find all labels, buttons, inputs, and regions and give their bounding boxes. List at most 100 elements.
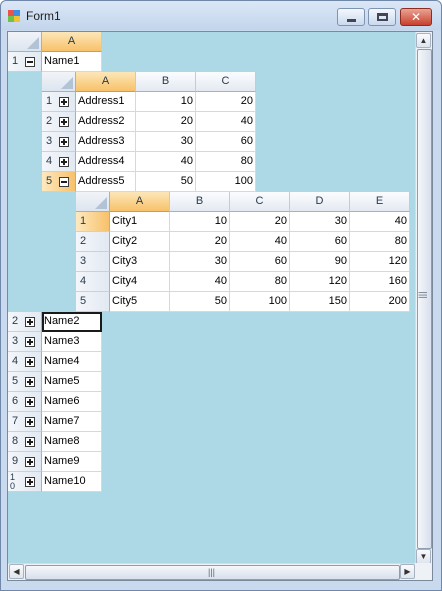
grid-corner bbox=[8, 32, 42, 52]
name-cell[interactable]: Name9 bbox=[42, 452, 102, 472]
value-cell[interactable]: 20 bbox=[170, 232, 230, 252]
address-cell[interactable]: Address2 bbox=[76, 112, 136, 132]
minus-icon[interactable] bbox=[59, 177, 69, 187]
city-cell[interactable]: City2 bbox=[110, 232, 170, 252]
name-cell[interactable]: Name10 bbox=[42, 472, 102, 492]
value-cell[interactable]: 120 bbox=[350, 252, 410, 272]
address-cell[interactable]: Address1 bbox=[76, 92, 136, 112]
value-cell[interactable]: 30 bbox=[170, 252, 230, 272]
row-number: 5 bbox=[80, 295, 87, 307]
value-cell[interactable]: 40 bbox=[170, 272, 230, 292]
column-header[interactable]: B bbox=[136, 72, 196, 92]
value-cell[interactable]: 120 bbox=[290, 272, 350, 292]
value-cell[interactable]: 80 bbox=[230, 272, 290, 292]
plus-icon[interactable] bbox=[59, 97, 69, 107]
value-cell[interactable]: 40 bbox=[136, 152, 196, 172]
scrollbar-corner bbox=[415, 563, 432, 580]
column-header[interactable]: C bbox=[196, 72, 256, 92]
column-header[interactable]: E bbox=[350, 192, 410, 212]
value-cell[interactable]: 20 bbox=[230, 212, 290, 232]
city-cell[interactable]: City3 bbox=[110, 252, 170, 272]
maximize-button[interactable] bbox=[368, 8, 396, 26]
name-cell[interactable]: Name1 bbox=[42, 52, 102, 72]
row-number: 1 bbox=[12, 55, 19, 67]
column-header[interactable]: A bbox=[42, 32, 102, 52]
value-cell[interactable]: 60 bbox=[230, 252, 290, 272]
plus-icon[interactable] bbox=[59, 117, 69, 127]
plus-icon[interactable] bbox=[25, 337, 35, 347]
name-cell[interactable]: Name5 bbox=[42, 372, 102, 392]
minimize-icon bbox=[347, 19, 356, 22]
minimize-button[interactable] bbox=[337, 8, 365, 26]
scroll-up-button[interactable]: ▲ bbox=[416, 33, 431, 48]
vertical-scrollbar[interactable]: ▲ ||| ▼ bbox=[415, 32, 432, 565]
value-cell[interactable]: 50 bbox=[136, 172, 196, 192]
value-cell[interactable]: 60 bbox=[290, 232, 350, 252]
name-cell[interactable]: Name4 bbox=[42, 352, 102, 372]
plus-icon[interactable] bbox=[25, 457, 35, 467]
value-cell[interactable]: 20 bbox=[136, 112, 196, 132]
hierarchical-grid[interactable]: A 1 Name1 A B C 1 Address1 10 20 2 Address2 20 40 3 Add… bbox=[7, 31, 433, 581]
plus-icon[interactable] bbox=[59, 157, 69, 167]
value-cell[interactable]: 100 bbox=[230, 292, 290, 312]
address-cell[interactable]: Address4 bbox=[76, 152, 136, 172]
vertical-scroll-thumb[interactable]: ||| bbox=[417, 49, 432, 549]
value-cell[interactable]: 40 bbox=[350, 212, 410, 232]
value-cell[interactable]: 200 bbox=[350, 292, 410, 312]
city-cell[interactable]: City1 bbox=[110, 212, 170, 232]
horizontal-scroll-thumb[interactable]: ||| bbox=[25, 565, 400, 580]
name-cell[interactable]: Name8 bbox=[42, 432, 102, 452]
horizontal-scrollbar[interactable]: ◀ ||| ▶ bbox=[8, 563, 417, 580]
value-cell[interactable]: 40 bbox=[196, 112, 256, 132]
value-cell[interactable]: 20 bbox=[196, 92, 256, 112]
value-cell[interactable]: 150 bbox=[290, 292, 350, 312]
plus-icon[interactable] bbox=[25, 357, 35, 367]
plus-icon[interactable] bbox=[25, 417, 35, 427]
city-cell[interactable]: City4 bbox=[110, 272, 170, 292]
title-bar[interactable]: Form1 ✕ bbox=[1, 1, 441, 30]
name-cell[interactable]: Name2 bbox=[42, 312, 102, 332]
value-cell[interactable]: 30 bbox=[290, 212, 350, 232]
plus-icon[interactable] bbox=[59, 137, 69, 147]
column-header[interactable]: A bbox=[110, 192, 170, 212]
grip-icon: ||| bbox=[208, 567, 216, 577]
value-cell[interactable]: 80 bbox=[350, 232, 410, 252]
value-cell[interactable]: 30 bbox=[136, 132, 196, 152]
scroll-down-button[interactable]: ▼ bbox=[416, 549, 431, 564]
value-cell[interactable]: 60 bbox=[196, 132, 256, 152]
address-cell[interactable]: Address5 bbox=[76, 172, 136, 192]
value-cell[interactable]: 40 bbox=[230, 232, 290, 252]
value-cell[interactable]: 100 bbox=[196, 172, 256, 192]
column-header[interactable]: B bbox=[170, 192, 230, 212]
row-header[interactable]: 4 bbox=[76, 272, 110, 292]
row-number: 3 bbox=[12, 335, 19, 347]
plus-icon[interactable] bbox=[25, 477, 35, 487]
value-cell[interactable]: 80 bbox=[196, 152, 256, 172]
close-button[interactable]: ✕ bbox=[400, 8, 432, 26]
plus-icon[interactable] bbox=[25, 377, 35, 387]
column-header[interactable]: C bbox=[230, 192, 290, 212]
row-number: 3 bbox=[46, 135, 53, 147]
scroll-left-button[interactable]: ◀ bbox=[9, 564, 24, 579]
row-header[interactable]: 3 bbox=[76, 252, 110, 272]
plus-icon[interactable] bbox=[25, 397, 35, 407]
minus-icon[interactable] bbox=[25, 57, 35, 67]
address-cell[interactable]: Address3 bbox=[76, 132, 136, 152]
value-cell[interactable]: 10 bbox=[170, 212, 230, 232]
value-cell[interactable]: 50 bbox=[170, 292, 230, 312]
row-header[interactable]: 2 bbox=[76, 232, 110, 252]
value-cell[interactable]: 160 bbox=[350, 272, 410, 292]
name-cell[interactable]: Name3 bbox=[42, 332, 102, 352]
plus-icon[interactable] bbox=[25, 317, 35, 327]
column-header[interactable]: D bbox=[290, 192, 350, 212]
city-cell[interactable]: City5 bbox=[110, 292, 170, 312]
row-header[interactable]: 5 bbox=[76, 292, 110, 312]
name-cell[interactable]: Name7 bbox=[42, 412, 102, 432]
plus-icon[interactable] bbox=[25, 437, 35, 447]
scroll-right-button[interactable]: ▶ bbox=[400, 564, 415, 579]
value-cell[interactable]: 10 bbox=[136, 92, 196, 112]
column-header[interactable]: A bbox=[76, 72, 136, 92]
row-header[interactable]: 1 bbox=[76, 212, 110, 232]
value-cell[interactable]: 90 bbox=[290, 252, 350, 272]
name-cell[interactable]: Name6 bbox=[42, 392, 102, 412]
